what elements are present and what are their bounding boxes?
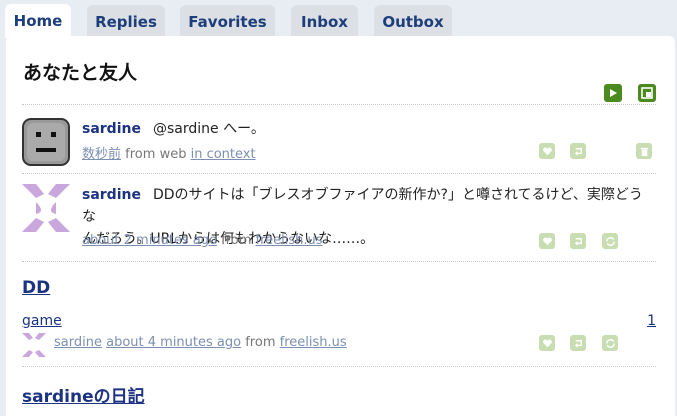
divider: [22, 261, 656, 262]
in-context-link[interactable]: in context: [191, 147, 256, 162]
heart-icon: [542, 147, 552, 155]
avatar[interactable]: [22, 118, 70, 166]
from-label: from: [245, 335, 276, 350]
author-link[interactable]: sardine: [82, 187, 141, 203]
group-title-link[interactable]: DD: [22, 278, 50, 298]
tab-replies[interactable]: Replies: [87, 5, 165, 38]
timestamp-link[interactable]: 数秒前: [82, 147, 121, 162]
reply-button[interactable]: [570, 143, 586, 159]
reply-icon: [574, 237, 582, 246]
group-notice-item: sardine about 4 minutes ago from freelis…: [22, 331, 656, 359]
favorite-button[interactable]: [539, 233, 555, 249]
robot-avatar-icon: [22, 118, 70, 166]
tab-favorites[interactable]: Favorites: [180, 5, 275, 38]
group-item-count[interactable]: 1: [647, 313, 656, 329]
heart-icon: [542, 237, 552, 245]
group-item-link[interactable]: game: [22, 313, 62, 329]
divider: [22, 366, 656, 367]
repeat-icon: [605, 236, 615, 246]
favorite-button[interactable]: [539, 335, 555, 351]
page-title: あなたと友人: [23, 62, 138, 84]
play-icon: [610, 89, 617, 97]
notice-text: DDのサイトは「ブレスオブファイアの新作か?」と噂されてるけど、実際どうな: [82, 187, 643, 225]
favorite-button[interactable]: [539, 143, 555, 159]
expand-button[interactable]: [638, 84, 656, 102]
heart-icon: [542, 339, 552, 347]
from-label: from: [125, 147, 156, 162]
reply-button[interactable]: [570, 233, 586, 249]
repeat-button[interactable]: [602, 335, 618, 351]
reply-icon: [574, 147, 582, 156]
source-text: web: [159, 147, 187, 162]
author-link[interactable]: sardine: [82, 121, 141, 137]
timeline-panel: あなたと友人 sardine @sardine へー。 数秒前 from web …: [6, 36, 675, 416]
tab-outbox[interactable]: Outbox: [374, 5, 452, 38]
notice-text: @sardine へー。: [152, 121, 265, 137]
trash-icon: [640, 147, 648, 156]
notice-item: sardine @sardine へー。 数秒前 from web in cont…: [22, 116, 656, 174]
reply-icon: [574, 339, 582, 348]
group-title-link[interactable]: sardineの日記: [22, 382, 145, 407]
source-link[interactable]: freelish.us: [280, 335, 347, 350]
identicon-avatar-icon: [22, 184, 70, 232]
delete-button[interactable]: [636, 143, 652, 159]
author-link[interactable]: sardine: [54, 335, 102, 350]
tab-bar: Home Replies Favorites Inbox Outbox: [0, 0, 677, 38]
timestamp-link[interactable]: about 2 minutes ago: [82, 233, 217, 248]
identicon-avatar-icon: [22, 333, 46, 357]
tab-inbox[interactable]: Inbox: [291, 5, 358, 38]
notice-item: sardine DDのサイトは「ブレスオブファイアの新作か?」と噂されてるけど、実…: [22, 182, 656, 260]
from-label: from: [221, 233, 252, 248]
tab-home[interactable]: Home: [5, 4, 71, 38]
source-link[interactable]: freelish.us: [256, 233, 323, 248]
reply-button[interactable]: [570, 335, 586, 351]
play-button[interactable]: [604, 84, 622, 102]
divider: [22, 104, 656, 105]
timestamp-link[interactable]: about 4 minutes ago: [106, 335, 241, 350]
repeat-button[interactable]: [602, 233, 618, 249]
repeat-icon: [605, 338, 615, 348]
avatar[interactable]: [22, 184, 70, 232]
avatar[interactable]: [22, 333, 46, 357]
divider: [22, 173, 656, 174]
expand-icon: [641, 87, 653, 99]
